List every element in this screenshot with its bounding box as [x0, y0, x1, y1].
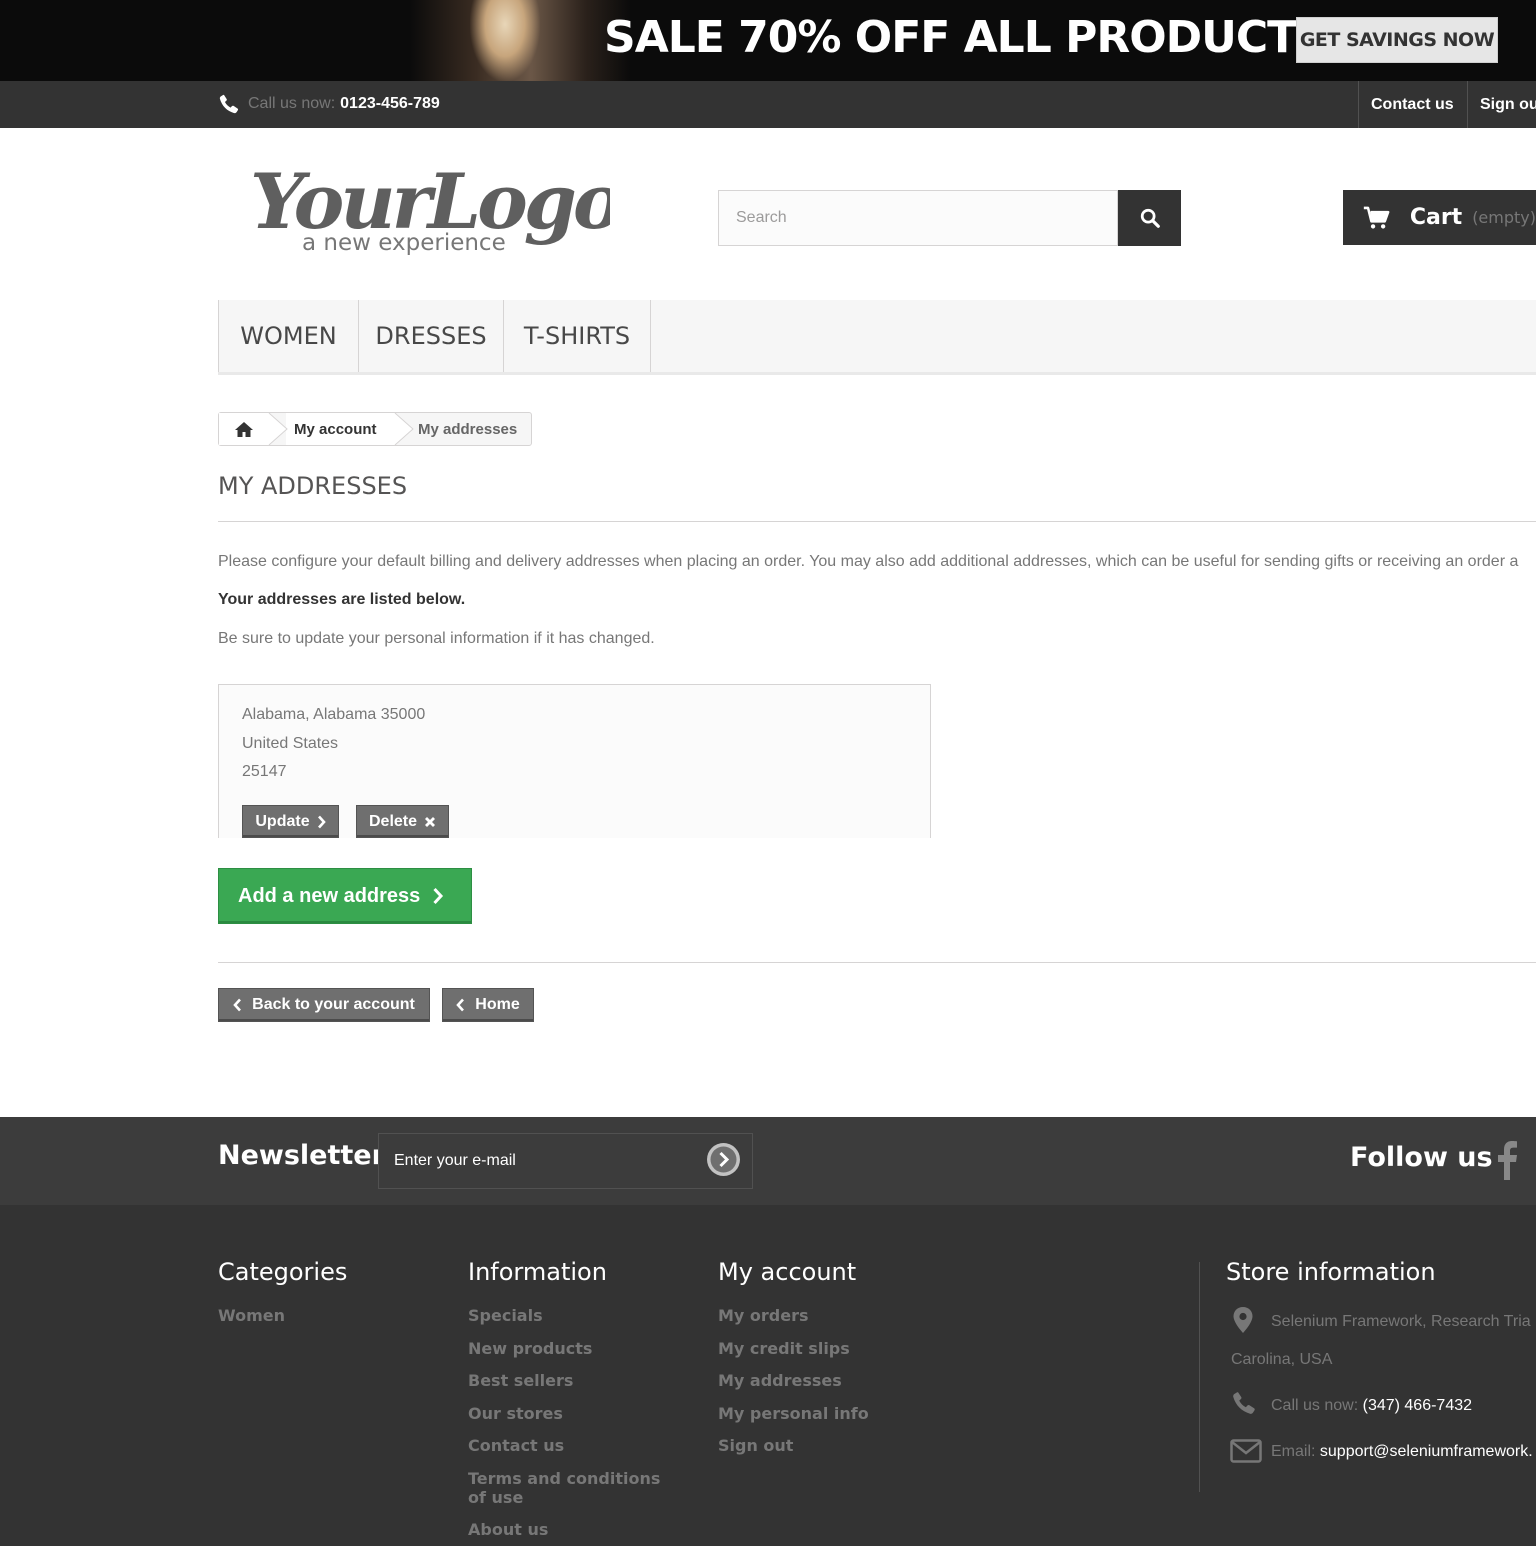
phone-icon — [219, 94, 239, 114]
logo-tagline: a new experience — [302, 230, 506, 256]
page-title: MY ADDRESSES — [218, 472, 408, 500]
footer-link-contact-us[interactable]: Contact us — [468, 1436, 668, 1455]
chevron-right-icon — [433, 887, 444, 905]
back-to-account-button[interactable]: Back to your account — [218, 988, 430, 1022]
divider — [218, 521, 1536, 522]
search-button[interactable] — [1118, 190, 1181, 246]
breadcrumb-home[interactable] — [219, 413, 269, 445]
footer-information-list: Specials New products Best sellers Our s… — [468, 1306, 668, 1546]
call-label: Call us now: — [248, 95, 336, 112]
footer-link-women[interactable]: Women — [218, 1306, 285, 1325]
breadcrumb-separator — [266, 413, 288, 445]
address-line-2: United States — [242, 735, 339, 752]
arrow-right-circle-icon — [707, 1143, 740, 1176]
banner-model-image — [410, 0, 630, 81]
cart-icon — [1363, 206, 1390, 229]
chevron-left-icon — [233, 998, 242, 1012]
store-address-line-2: Carolina, USA — [1231, 1351, 1333, 1368]
footer-my-account-title: My account — [718, 1258, 857, 1286]
store-phone-label: Call us now: — [1271, 1397, 1359, 1414]
home-label: Home — [475, 996, 520, 1013]
chevron-left-icon — [456, 998, 465, 1012]
add-address-label: Add a new address — [238, 884, 421, 907]
close-icon — [425, 816, 436, 827]
menu-item-women[interactable]: WOMEN — [218, 300, 359, 372]
call-number: 0123-456-789 — [340, 95, 440, 112]
footer-information-title: Information — [468, 1258, 607, 1286]
update-address-button[interactable]: Update — [242, 805, 339, 838]
follow-us-title: Follow us — [1350, 1142, 1493, 1173]
footer-link-sign-out[interactable]: Sign out — [718, 1436, 869, 1455]
newsletter-title: Newsletter — [218, 1140, 385, 1171]
update-note-text: Be sure to update your personal informat… — [218, 630, 655, 647]
footer-link-terms[interactable]: Terms and conditions of use — [468, 1469, 668, 1507]
envelope-icon — [1230, 1439, 1262, 1463]
map-pin-icon — [1233, 1307, 1253, 1333]
delete-address-button[interactable]: Delete — [356, 805, 449, 838]
footer-link-my-addresses[interactable]: My addresses — [718, 1371, 869, 1390]
store-email: Email: support@seleniumframework. — [1271, 1443, 1533, 1461]
footer-divider — [1199, 1262, 1200, 1492]
store-phone: Call us now: (347) 466-7432 — [1271, 1397, 1472, 1415]
call-us-now: Call us now: 0123-456-789 — [218, 90, 440, 118]
divider — [218, 962, 1536, 963]
add-new-address-button[interactable]: Add a new address — [218, 868, 472, 924]
footer-link-best-sellers[interactable]: Best sellers — [468, 1371, 668, 1390]
home-icon — [235, 421, 253, 437]
listed-text: Your addresses are listed below. — [218, 591, 466, 608]
back-label: Back to your account — [252, 996, 415, 1013]
chevron-right-icon — [317, 815, 326, 828]
get-savings-button[interactable]: GET SAVINGS NOW — [1296, 17, 1498, 63]
breadcrumb-separator — [392, 413, 414, 445]
store-email-label: Email: — [1271, 1443, 1316, 1460]
facebook-icon[interactable] — [1494, 1140, 1518, 1180]
intro-text: Please configure your default billing an… — [218, 553, 1519, 570]
delete-label: Delete — [368, 812, 418, 830]
contact-us-link[interactable]: Contact us — [1358, 81, 1468, 128]
banner-headline: SALE 70% OFF ALL PRODUCTS — [604, 12, 1328, 63]
store-logo[interactable]: YourLogo a new experience — [250, 150, 610, 270]
address-line-1: Alabama, Alabama 35000 — [242, 706, 426, 723]
sign-out-link[interactable]: Sign out — [1467, 81, 1536, 128]
footer-account-list: My orders My credit slips My addresses M… — [718, 1306, 869, 1469]
footer-categories-list: Women — [218, 1306, 285, 1339]
menu-item-dresses[interactable]: DRESSES — [359, 300, 504, 372]
store-phone-number: (347) 466-7432 — [1362, 1397, 1473, 1414]
footer-store-info-title: Store information — [1226, 1258, 1436, 1286]
phone-icon — [1233, 1392, 1255, 1414]
home-button[interactable]: Home — [442, 988, 534, 1022]
footer-link-my-credit-slips[interactable]: My credit slips — [718, 1339, 869, 1358]
footer-link-about-us[interactable]: About us — [468, 1520, 668, 1539]
footer-categories-title: Categories — [218, 1258, 348, 1286]
breadcrumb-my-addresses: My addresses — [418, 420, 518, 438]
menu-item-t-shirts[interactable]: T-SHIRTS — [504, 300, 651, 372]
footer-link-new-products[interactable]: New products — [468, 1339, 668, 1358]
newsletter-submit-button[interactable] — [707, 1143, 740, 1176]
update-label: Update — [255, 812, 310, 830]
footer-link-my-personal-info[interactable]: My personal info — [718, 1404, 869, 1423]
search-input[interactable]: Search — [718, 190, 1118, 246]
search-icon — [1140, 208, 1160, 228]
cart-status: (empty) — [1472, 208, 1536, 227]
store-email-address[interactable]: support@seleniumframework. — [1320, 1443, 1533, 1460]
breadcrumb-my-account[interactable]: My account — [286, 413, 394, 445]
footer-link-my-orders[interactable]: My orders — [718, 1306, 869, 1325]
cart-button[interactable]: Cart (empty) — [1343, 190, 1536, 245]
store-address-line-1: Selenium Framework, Research Tria — [1271, 1313, 1531, 1330]
newsletter-email-input[interactable]: Enter your e-mail — [378, 1133, 753, 1189]
address-line-3: 25147 — [242, 763, 287, 780]
footer-link-our-stores[interactable]: Our stores — [468, 1404, 668, 1423]
footer-link-specials[interactable]: Specials — [468, 1306, 668, 1325]
cart-label: Cart — [1409, 205, 1463, 230]
